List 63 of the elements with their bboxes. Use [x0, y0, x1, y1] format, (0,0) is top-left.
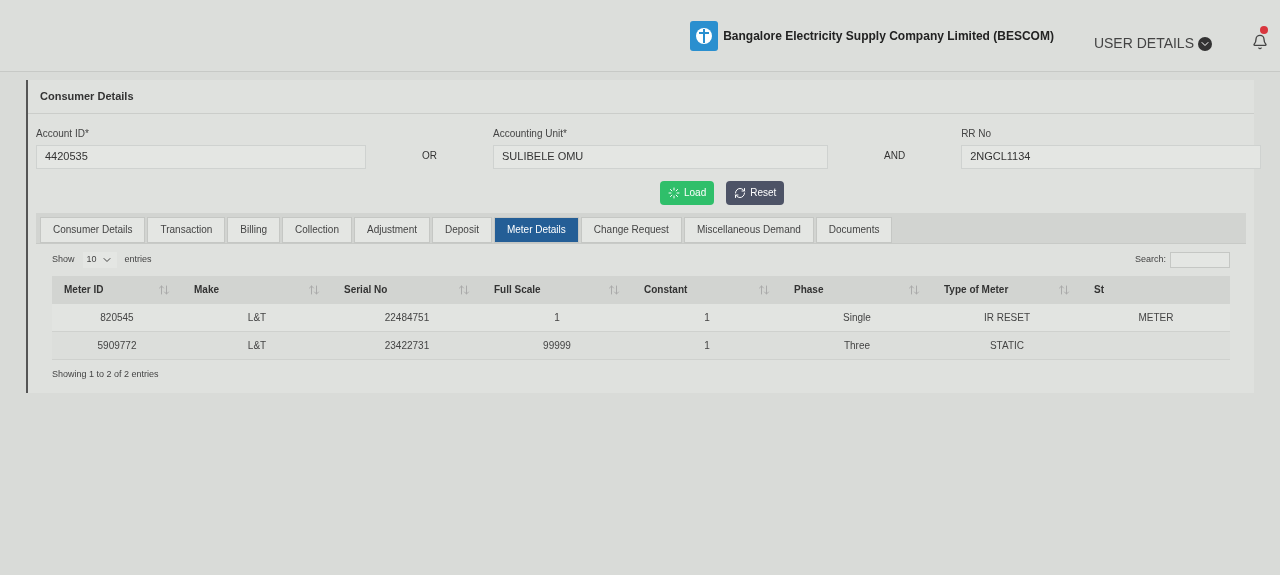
table-cell-text: L&T: [247, 310, 267, 325]
input-field[interactable]: 4420535: [36, 144, 366, 169]
or-label: OR: [422, 148, 437, 163]
table-cell-text: IR RESET: [983, 310, 1031, 325]
table-cell-text: 1: [554, 310, 560, 325]
table-cell-text: 99999: [543, 338, 571, 353]
refresh-icon: [734, 186, 747, 199]
tab[interactable]: Adjustment: [353, 216, 430, 243]
tab[interactable]: Meter Details: [493, 216, 579, 243]
field-label: RR No: [961, 126, 993, 141]
table-cell-text: 23422731: [384, 338, 430, 353]
company-name: Bangalore Electricity Supply Company Limited (BESCOM): [723, 27, 1054, 45]
tab[interactable]: Collection: [282, 216, 352, 243]
table-cell-text: 1: [704, 310, 710, 325]
spinner-icon: [668, 186, 680, 199]
table-cell-text: 22484751: [384, 310, 430, 325]
bell-icon[interactable]: [1252, 33, 1268, 50]
sort-icon: [458, 283, 470, 296]
tab[interactable]: Deposit: [432, 216, 492, 243]
chevron-down-icon: [1198, 36, 1212, 51]
sort-icon: [908, 283, 920, 296]
table-cell-text: L&T: [247, 338, 267, 353]
sort-icon: [308, 283, 320, 296]
search-label: Search:: [1134, 252, 1166, 266]
tab[interactable]: Consumer Details: [40, 216, 146, 243]
table-cell-text: Three: [843, 338, 871, 353]
entries-label: entries: [124, 252, 152, 266]
table-cell-text: STATIC: [989, 338, 1025, 353]
table-cell-text: Single: [843, 310, 871, 325]
sort-icon: [758, 283, 770, 296]
and-label: AND: [884, 148, 906, 163]
column-header[interactable]: Meter ID: [52, 275, 182, 304]
sort-icon: [608, 283, 620, 296]
sort-icon: [158, 283, 170, 296]
column-header[interactable]: Phase: [782, 275, 932, 304]
input-field[interactable]: 2NGCL1134: [961, 144, 1262, 169]
tab[interactable]: Transaction: [147, 216, 226, 243]
table-cell-text: METER: [1138, 310, 1174, 325]
column-header[interactable]: Make: [182, 275, 332, 304]
field-label: Accounting Unit*: [493, 126, 568, 141]
column-header[interactable]: St: [1082, 275, 1230, 304]
table-cell-text: 820545: [100, 310, 134, 325]
column-header[interactable]: Type of Meter: [932, 275, 1082, 304]
sort-icon: [1058, 283, 1070, 296]
panel-title: Consumer Details: [28, 80, 1254, 114]
field-label: Account ID*: [36, 126, 90, 141]
table-info: Showing 1 to 2 of 2 entries: [52, 367, 160, 381]
tab[interactable]: Documents: [815, 216, 893, 243]
table-cell-text: 5909772: [97, 338, 137, 353]
table-cell-text: 1: [704, 338, 710, 353]
tab[interactable]: Miscellaneous Demand: [683, 216, 814, 243]
search-field[interactable]: [1170, 251, 1230, 268]
column-header[interactable]: Full Scale: [482, 275, 632, 304]
column-header[interactable]: Constant: [632, 275, 782, 304]
logo-icon: [689, 18, 720, 53]
page-size-select[interactable]: 10: [82, 251, 117, 268]
input-field[interactable]: SULIBELE OMU: [493, 144, 828, 169]
tab[interactable]: Change Request: [580, 216, 682, 243]
show-label: Show: [52, 252, 75, 266]
tab[interactable]: Billing: [227, 216, 281, 243]
reset-button[interactable]: Reset: [726, 180, 785, 205]
user-details-menu[interactable]: USER DETAILS: [1093, 33, 1212, 54]
column-header[interactable]: Serial No: [332, 275, 482, 304]
